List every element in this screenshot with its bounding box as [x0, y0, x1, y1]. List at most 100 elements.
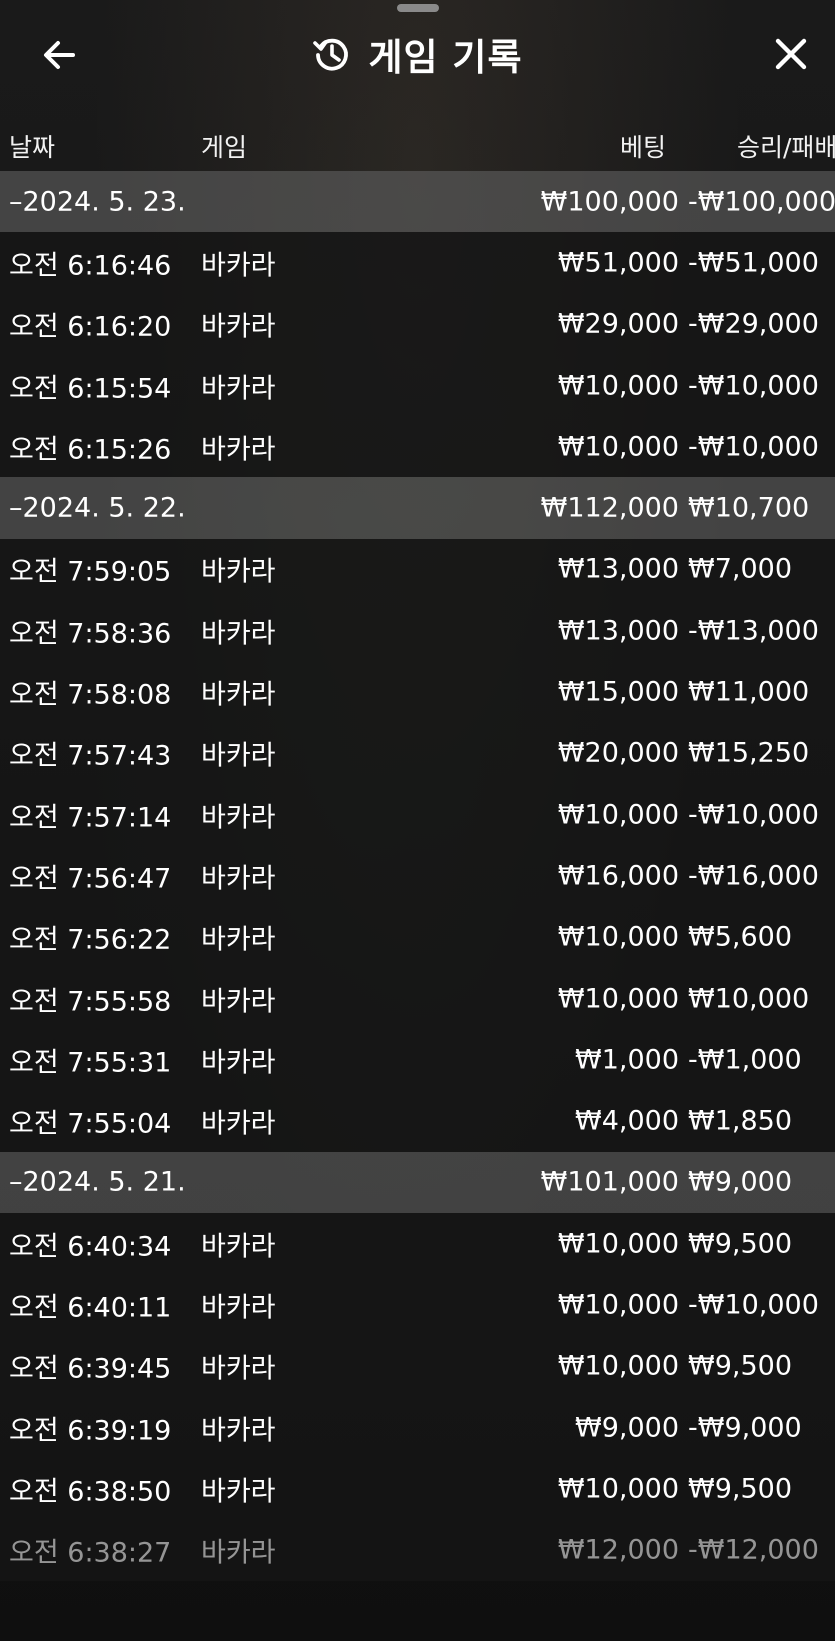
history-row[interactable]: 오전 7:55:58 바카라 ₩10,000 ₩10,000 — [0, 967, 835, 1030]
history-row[interactable]: 오전 7:57:14 바카라 ₩10,000 -₩10,000 — [0, 783, 835, 846]
history-row[interactable]: 오전 7:56:47 바카라 ₩16,000 -₩16,000 — [0, 845, 835, 907]
row-result: -₩13,000 — [688, 615, 819, 647]
history-row[interactable]: 오전 7:59:05 바카라 ₩13,000 ₩7,000 — [0, 538, 835, 601]
history-row[interactable]: 오전 7:58:36 바카라 ₩13,000 -₩13,000 — [0, 600, 835, 662]
date-group-row[interactable]: –2024. 5. 21. ₩101,000 ₩9,000 — [0, 1151, 835, 1214]
row-game: 바카라 — [201, 802, 276, 834]
game-history-list[interactable]: –2024. 5. 23. ₩100,000 -₩100,000 오전 6:16:46… — [0, 171, 835, 1581]
history-row[interactable]: 오전 7:58:08 바카라 ₩15,000 ₩11,000 — [0, 661, 835, 723]
row-bet: ₩51,000 — [557, 247, 679, 279]
group-result-total: ₩10,700 — [688, 492, 810, 524]
row-game: 바카라 — [201, 1047, 276, 1079]
row-game: 바카라 — [201, 863, 276, 895]
group-date: –2024. 5. 21. — [9, 1166, 186, 1198]
row-time: 오전 7:57:43 — [9, 740, 172, 772]
group-date: –2024. 5. 23. — [9, 186, 186, 218]
row-game: 바카라 — [201, 1415, 276, 1447]
history-row[interactable]: 오전 7:57:43 바카라 ₩20,000 ₩15,250 — [0, 722, 835, 784]
row-bet: ₩12,000 — [557, 1534, 679, 1566]
page-title-text: 게임 기록 — [368, 36, 523, 79]
row-result: ₩11,000 — [688, 676, 810, 708]
history-row[interactable]: 오전 6:39:19 바카라 ₩9,000 -₩9,000 — [0, 1396, 835, 1459]
row-game: 바카라 — [201, 1476, 276, 1508]
group-bet-total: ₩101,000 — [540, 1166, 679, 1198]
row-time: 오전 6:39:45 — [9, 1353, 172, 1385]
row-time: 오전 7:57:14 — [9, 802, 172, 834]
row-time: 오전 7:56:47 — [9, 863, 172, 895]
row-time: 오전 7:59:05 — [9, 556, 172, 588]
row-result: ₩15,250 — [688, 737, 810, 769]
group-bet-total: ₩112,000 — [540, 492, 679, 524]
header: 게임 기록 — [0, 0, 835, 110]
group-result-total: ₩9,000 — [688, 1166, 792, 1198]
page-title: 게임 기록 — [0, 28, 835, 80]
row-game: 바카라 — [201, 740, 276, 772]
history-row[interactable]: 오전 7:56:22 바카라 ₩10,000 ₩5,600 — [0, 906, 835, 968]
history-row[interactable]: 오전 6:38:27 바카라 ₩12,000 -₩12,000 — [0, 1519, 835, 1581]
row-time: 오전 7:56:22 — [9, 924, 172, 956]
date-group-row[interactable]: –2024. 5. 22. ₩112,000 ₩10,700 — [0, 477, 835, 539]
row-game: 바카라 — [201, 556, 276, 588]
row-bet: ₩16,000 — [557, 860, 679, 892]
group-bet-total: ₩100,000 — [540, 186, 679, 218]
row-time: 오전 7:58:36 — [9, 618, 172, 650]
group-date: –2024. 5. 22. — [9, 492, 186, 524]
row-game: 바카라 — [201, 250, 276, 282]
date-group-row[interactable]: –2024. 5. 23. ₩100,000 -₩100,000 — [0, 171, 835, 233]
row-time: 오전 6:16:46 — [9, 250, 172, 282]
row-game: 바카라 — [201, 434, 276, 466]
row-game: 바카라 — [201, 618, 276, 650]
history-row[interactable]: 오전 6:40:34 바카라 ₩10,000 ₩9,500 — [0, 1213, 835, 1275]
row-bet: ₩9,000 — [575, 1412, 679, 1444]
close-icon — [775, 38, 807, 70]
history-icon — [313, 38, 349, 71]
row-time: 오전 6:40:34 — [9, 1231, 172, 1263]
row-result: -₩10,000 — [688, 1289, 819, 1321]
row-bet: ₩10,000 — [557, 1473, 679, 1505]
row-result: -₩51,000 — [688, 247, 819, 279]
row-bet: ₩10,000 — [557, 1350, 679, 1382]
row-time: 오전 7:55:04 — [9, 1108, 172, 1140]
history-row[interactable]: 오전 6:40:11 바카라 ₩10,000 -₩10,000 — [0, 1274, 835, 1336]
row-bet: ₩1,000 — [575, 1044, 679, 1076]
row-bet: ₩10,000 — [557, 1289, 679, 1321]
row-result: -₩16,000 — [688, 860, 819, 892]
row-bet: ₩10,000 — [557, 431, 679, 463]
column-header-result: 승리/패배 — [737, 133, 835, 162]
row-bet: ₩15,000 — [557, 676, 679, 708]
row-game: 바카라 — [201, 1292, 276, 1324]
row-bet: ₩10,000 — [557, 799, 679, 831]
row-time: 오전 6:38:50 — [9, 1476, 172, 1508]
row-bet: ₩10,000 — [557, 1228, 679, 1260]
row-game: 바카라 — [201, 986, 276, 1017]
history-row[interactable]: 오전 6:16:46 바카라 ₩51,000 -₩51,000 — [0, 232, 835, 294]
row-result: -₩1,000 — [688, 1044, 802, 1076]
row-time: 오전 6:38:27 — [9, 1537, 172, 1569]
column-header-bet: 베팅 — [620, 133, 667, 162]
row-result: ₩5,600 — [688, 921, 792, 953]
row-result: -₩29,000 — [688, 308, 819, 340]
history-row[interactable]: 오전 6:39:45 바카라 ₩10,000 ₩9,500 — [0, 1335, 835, 1397]
history-row[interactable]: 오전 7:55:04 바카라 ₩4,000 ₩1,850 — [0, 1090, 835, 1152]
row-game: 바카라 — [201, 1537, 276, 1569]
row-bet: ₩10,000 — [557, 983, 679, 1014]
history-row[interactable]: 오전 6:16:20 바카라 ₩29,000 -₩29,000 — [0, 293, 835, 355]
row-game: 바카라 — [201, 373, 276, 405]
history-row[interactable]: 오전 6:15:54 바카라 ₩10,000 -₩10,000 — [0, 354, 835, 417]
row-game: 바카라 — [201, 311, 276, 343]
history-row[interactable]: 오전 6:38:50 바카라 ₩10,000 ₩9,500 — [0, 1458, 835, 1520]
close-button[interactable] — [765, 28, 817, 80]
row-bet: ₩20,000 — [557, 737, 679, 769]
history-row[interactable]: 오전 7:55:31 바카라 ₩1,000 -₩1,000 — [0, 1029, 835, 1091]
row-bet: ₩13,000 — [557, 615, 679, 647]
history-row[interactable]: 오전 6:15:26 바카라 ₩10,000 -₩10,000 — [0, 416, 835, 478]
row-result: ₩1,850 — [688, 1105, 792, 1137]
row-game: 바카라 — [201, 1231, 276, 1263]
row-bet: ₩10,000 — [557, 370, 679, 402]
row-bet: ₩29,000 — [557, 308, 679, 340]
row-bet: ₩13,000 — [557, 553, 679, 585]
row-time: 오전 6:15:54 — [9, 373, 172, 405]
row-result: -₩9,000 — [688, 1412, 802, 1444]
column-header-game: 게임 — [201, 133, 248, 162]
row-result: -₩10,000 — [688, 799, 819, 831]
